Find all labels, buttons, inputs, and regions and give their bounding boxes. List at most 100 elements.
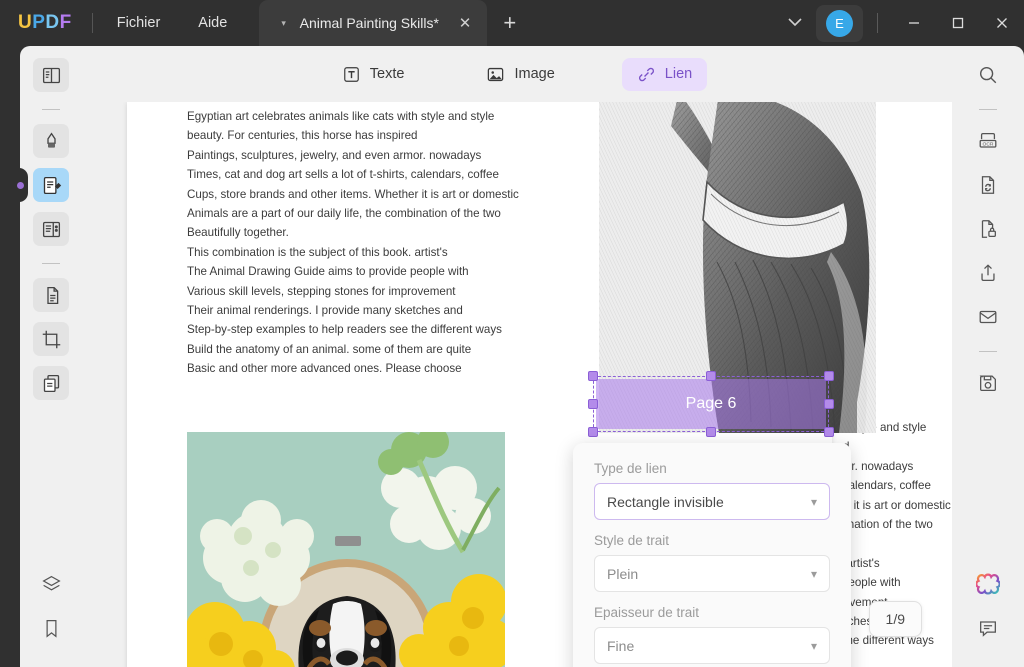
page1-line-7: Beautifully together. <box>187 226 289 240</box>
left-sidebar <box>20 46 82 667</box>
envelope-icon <box>979 310 997 324</box>
link-selection-label: Page 6 <box>596 379 826 429</box>
link-properties-panel: Type de lien Rectangle invisible ▾ Style… <box>573 443 851 667</box>
tool-image-label: Image <box>514 66 555 82</box>
stacked-pages-icon <box>43 374 59 392</box>
window-controls-divider <box>877 13 878 33</box>
page1-line-3: Paintings, sculptures, jewelry, and even… <box>187 148 482 162</box>
sidebar-item-crop-page[interactable] <box>33 322 69 356</box>
sidebar-item-save[interactable] <box>970 366 1006 400</box>
resize-handle-sw[interactable] <box>588 427 598 437</box>
ocr-icon: OCR <box>979 133 997 148</box>
right-sidebar-separator-1 <box>979 109 997 110</box>
resize-handle-nw[interactable] <box>588 371 598 381</box>
line-width-value: Fine <box>607 637 635 654</box>
sidebar-item-comments[interactable] <box>970 611 1006 645</box>
tool-image[interactable]: Image <box>471 58 569 91</box>
title-bar: U P D F Fichier Aide ▾ Animal Painting S… <box>0 0 1024 46</box>
page1-line-12: Step-by-step examples to help readers se… <box>187 323 502 337</box>
collapse-dot-icon <box>16 181 24 189</box>
left-sidebar-separator-1 <box>42 109 60 110</box>
page1-line-9: The Animal Drawing Guide aims to provide… <box>187 265 469 279</box>
sidebar-item-protect[interactable] <box>970 212 1006 246</box>
document-tab[interactable]: ▾ Animal Painting Skills* ✕ <box>259 0 488 46</box>
page1-line-5: Cups, store brands and other items. Whet… <box>187 187 519 201</box>
new-tab-button[interactable]: + <box>503 10 516 36</box>
sidebar-item-ocr[interactable]: OCR <box>970 124 1006 158</box>
page-indicator[interactable]: 1/9 <box>868 601 922 637</box>
page1-line-11: Their animal renderings. I provide many … <box>187 304 463 318</box>
link-selection-box[interactable]: Page 6 <box>588 371 834 437</box>
tool-lien[interactable]: Lien <box>621 57 708 91</box>
link-icon <box>638 67 654 81</box>
embroidery-photo[interactable] <box>187 432 505 667</box>
resize-handle-n[interactable] <box>706 371 716 381</box>
tool-texte-label: Texte <box>369 66 405 82</box>
right-sidebar: OCR <box>952 46 1024 667</box>
crop-icon <box>42 330 60 348</box>
sidebar-item-share[interactable] <box>970 256 1006 290</box>
link-type-value: Rectangle invisible <box>607 493 724 510</box>
highlighter-icon <box>46 131 56 148</box>
resize-handle-e[interactable] <box>824 399 834 409</box>
minimize-button[interactable] <box>892 0 936 46</box>
avatar: E <box>826 9 853 37</box>
page1-line-1: Egyptian art celebrates animals like cat… <box>187 110 495 123</box>
share-upload-icon <box>981 264 995 281</box>
link-type-select[interactable]: Rectangle invisible ▾ <box>594 483 830 520</box>
sidebar-item-layers[interactable] <box>33 567 69 601</box>
text-icon <box>343 66 359 82</box>
resize-handle-ne[interactable] <box>824 371 834 381</box>
link-type-label: Type de lien <box>594 461 667 476</box>
logo-letter-d: D <box>45 12 60 33</box>
chevron-down-icon: ▾ <box>810 566 817 581</box>
chevron-down-icon[interactable] <box>774 16 816 30</box>
resize-handle-s[interactable] <box>706 427 716 437</box>
app-body: Texte Image Lien and style nowadays cale… <box>0 46 1024 667</box>
close-button[interactable] <box>980 0 1024 46</box>
page1-body-text: Egyptian art celebrates animals like cat… <box>187 107 519 379</box>
line-width-select[interactable]: Fine ▾ <box>594 627 830 664</box>
chevron-down-icon: ▾ <box>810 638 817 653</box>
page1-line-14: Basic and other more advanced ones. Plea… <box>187 362 462 376</box>
tool-texte[interactable]: Texte <box>327 58 420 91</box>
ai-flower-icon <box>976 573 1000 595</box>
bookmark-icon <box>46 619 56 638</box>
resize-handle-w[interactable] <box>588 399 598 409</box>
sidebar-item-organize-pages[interactable] <box>33 278 69 312</box>
page1-line-2: beauty. For centuries, this horse has in… <box>187 129 418 143</box>
right-sidebar-separator-2 <box>979 351 997 352</box>
sidebar-item-edit-pdf[interactable] <box>33 168 69 202</box>
titlebar-right-group: E <box>774 0 1024 46</box>
sidebar-collapse-handle[interactable] <box>12 168 28 202</box>
sidebar-item-bookmarks[interactable] <box>33 611 69 645</box>
image-icon <box>488 67 504 81</box>
line-style-value: Plein <box>607 565 639 582</box>
sidebar-item-annotate[interactable] <box>33 124 69 158</box>
menu-fichier[interactable]: Fichier <box>103 9 175 37</box>
sidebar-item-search[interactable] <box>970 58 1006 92</box>
menu-aide[interactable]: Aide <box>184 9 241 37</box>
line-style-label: Style de trait <box>594 533 670 548</box>
document-canvas: Texte Image Lien and style nowadays cale… <box>82 46 952 667</box>
close-icon[interactable]: ✕ <box>459 14 472 32</box>
sidebar-item-convert[interactable] <box>970 168 1006 202</box>
pages-icon <box>46 286 58 304</box>
tool-lien-label: Lien <box>664 66 693 82</box>
line-style-select[interactable]: Plein ▾ <box>594 555 830 592</box>
sidebar-item-batch-process[interactable] <box>33 366 69 400</box>
page-layout-icon <box>42 221 60 237</box>
logo-letter-f: F <box>59 12 72 33</box>
page1-line-13: Build the anatomy of an animal. some of … <box>187 342 472 356</box>
sidebar-item-ai-assistant[interactable] <box>970 567 1006 601</box>
save-disk-icon <box>979 375 996 391</box>
updf-logo: U P D F <box>18 12 72 34</box>
page-scroll-area[interactable]: Egyptian art celebrates animals like cat… <box>82 102 952 667</box>
sidebar-item-email[interactable] <box>970 300 1006 334</box>
resize-handle-se[interactable] <box>824 427 834 437</box>
sidebar-item-page-layout[interactable] <box>33 212 69 246</box>
tab-title: Animal Painting Skills* <box>299 15 439 31</box>
maximize-button[interactable] <box>936 0 980 46</box>
sidebar-item-reader-mode[interactable] <box>33 58 69 92</box>
account-button[interactable]: E <box>816 4 863 42</box>
